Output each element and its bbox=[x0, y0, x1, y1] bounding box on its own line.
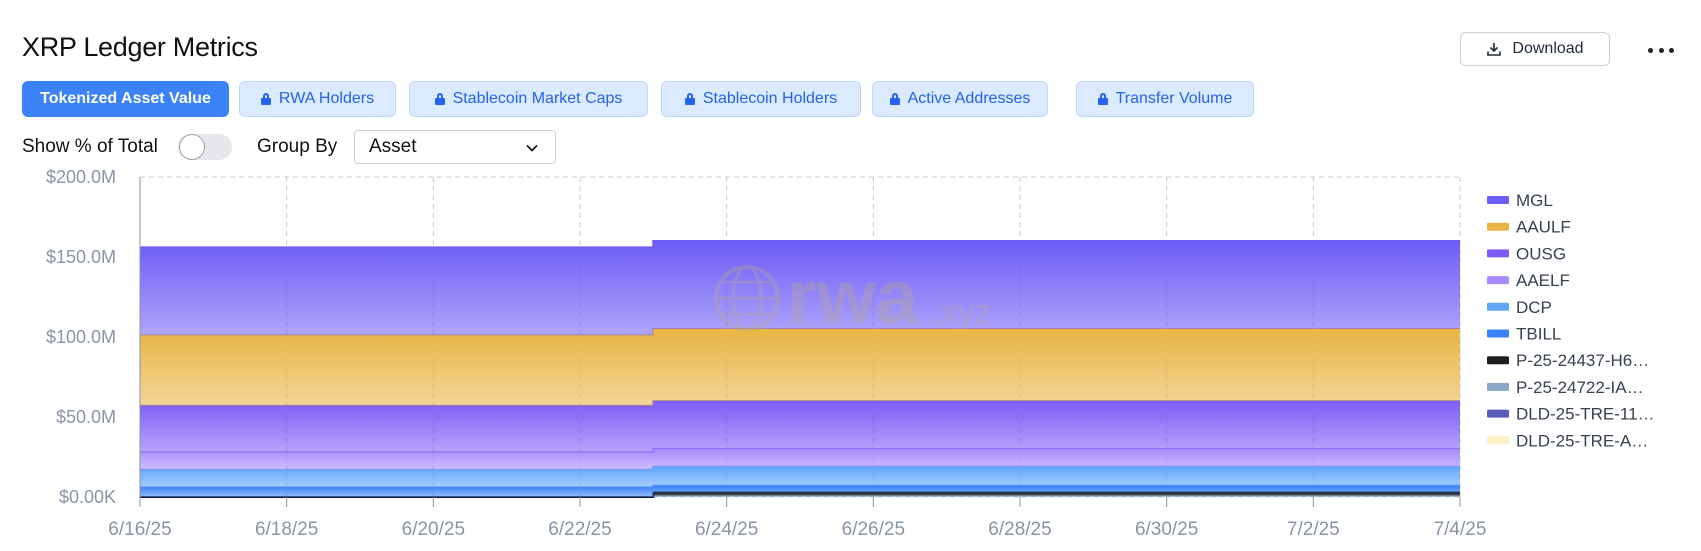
lock-icon bbox=[260, 93, 271, 105]
tab-tokenized-asset-value[interactable]: Tokenized Asset Value bbox=[22, 81, 229, 117]
legend-item[interactable]: TBILL bbox=[1487, 325, 1561, 344]
legend-swatch bbox=[1487, 302, 1509, 311]
legend-item[interactable]: DCP bbox=[1487, 298, 1552, 317]
x-tick-label: 6/26/25 bbox=[842, 519, 905, 540]
x-tick-label: 7/4/25 bbox=[1434, 519, 1487, 540]
legend-swatch bbox=[1487, 249, 1509, 258]
area-series-ousg[interactable] bbox=[140, 401, 1460, 453]
y-tick-label: $0.00K bbox=[59, 487, 116, 507]
legend-swatch bbox=[1487, 409, 1509, 418]
legend-swatch bbox=[1487, 436, 1509, 445]
tab-label: Tokenized Asset Value bbox=[40, 90, 211, 107]
legend-item[interactable]: AAELF bbox=[1487, 271, 1570, 290]
y-tick-label: $150.0M bbox=[46, 247, 116, 267]
legend-item[interactable]: P-25-24437-H6… bbox=[1487, 351, 1649, 370]
x-tick-label: 6/24/25 bbox=[695, 519, 758, 540]
legend-swatch bbox=[1487, 222, 1509, 231]
legend-label: DLD-25-TRE-11… bbox=[1516, 405, 1655, 424]
tab-label: Transfer Volume bbox=[1115, 90, 1233, 107]
chevron-down-icon bbox=[526, 144, 538, 152]
lock-icon bbox=[684, 93, 695, 105]
legend-label: P-25-24437-H6… bbox=[1516, 351, 1649, 370]
legend-swatch bbox=[1487, 329, 1509, 338]
watermark-main: rwa bbox=[787, 255, 919, 340]
more-options-icon[interactable] bbox=[1648, 40, 1674, 60]
tab-label: Stablecoin Market Caps bbox=[452, 90, 623, 107]
tab-transfer-volume[interactable]: Transfer Volume bbox=[1076, 81, 1254, 117]
lock-icon bbox=[889, 93, 900, 105]
download-label: Download bbox=[1512, 40, 1584, 57]
legend-label: TBILL bbox=[1516, 325, 1561, 344]
x-tick-label: 6/18/25 bbox=[255, 519, 318, 540]
show-pct-label: Show % of Total bbox=[22, 136, 158, 157]
legend-label: DLD-25-TRE-A… bbox=[1516, 431, 1648, 450]
legend-swatch bbox=[1487, 382, 1509, 391]
legend-item[interactable]: OUSG bbox=[1487, 244, 1566, 263]
download-button[interactable]: Download bbox=[1460, 32, 1610, 66]
x-tick-label: 6/20/25 bbox=[402, 519, 465, 540]
tab-stablecoin-holders[interactable]: Stablecoin Holders bbox=[661, 81, 861, 117]
legend-label: AAULF bbox=[1516, 218, 1571, 237]
tab-stablecoin-market-caps[interactable]: Stablecoin Market Caps bbox=[409, 81, 648, 117]
legend-label: DCP bbox=[1516, 298, 1552, 317]
lock-icon bbox=[1097, 93, 1108, 105]
area-series-aaulf[interactable] bbox=[140, 329, 1460, 406]
legend-label: P-25-24722-IA… bbox=[1516, 378, 1644, 397]
tab-active-addresses[interactable]: Active Addresses bbox=[872, 81, 1048, 117]
x-tick-label: 6/28/25 bbox=[988, 519, 1051, 540]
group-by-select[interactable]: Asset bbox=[354, 130, 556, 164]
page-title: XRP Ledger Metrics bbox=[22, 32, 258, 62]
legend-label: AAELF bbox=[1516, 271, 1570, 290]
toggle-knob bbox=[179, 134, 205, 160]
x-tick-label: 6/30/25 bbox=[1135, 519, 1198, 540]
lock-icon bbox=[434, 93, 445, 105]
y-tick-label: $50.0M bbox=[56, 407, 116, 427]
tab-label: RWA Holders bbox=[278, 90, 375, 107]
y-tick-label: $100.0M bbox=[46, 327, 116, 347]
tab-rwa-holders[interactable]: RWA Holders bbox=[239, 81, 396, 117]
legend-swatch bbox=[1487, 356, 1509, 365]
legend-item[interactable]: DLD-25-TRE-11… bbox=[1487, 405, 1655, 424]
legend-item[interactable]: MGL bbox=[1487, 191, 1553, 210]
x-tick-label: 6/22/25 bbox=[548, 519, 611, 540]
chart-legend: MGL AAULF OUSG AAELF DCP TBILL P-25-24437-H6… P… bbox=[1487, 191, 1655, 450]
legend-label: OUSG bbox=[1516, 244, 1566, 263]
x-tick-label: 7/2/25 bbox=[1287, 519, 1340, 540]
tokenized-asset-value-chart: rwa .xyz $0.00K $50.0M $100.0M $150.0M $200.… bbox=[46, 167, 1655, 540]
x-tick-label: 6/16/25 bbox=[108, 519, 171, 540]
legend-swatch bbox=[1487, 276, 1509, 285]
tab-label: Stablecoin Holders bbox=[702, 90, 838, 107]
legend-item[interactable]: AAULF bbox=[1487, 218, 1571, 237]
y-tick-label: $200.0M bbox=[46, 167, 116, 187]
download-icon bbox=[1487, 43, 1502, 56]
show-pct-toggle[interactable] bbox=[178, 134, 232, 160]
watermark-suffix: .xyz bbox=[931, 293, 991, 331]
tab-label: Active Addresses bbox=[907, 90, 1031, 107]
legend-item[interactable]: DLD-25-TRE-A… bbox=[1487, 431, 1648, 450]
legend-label: MGL bbox=[1516, 191, 1553, 210]
group-by-label: Group By bbox=[257, 136, 338, 157]
legend-swatch bbox=[1487, 196, 1509, 204]
legend-item[interactable]: P-25-24722-IA… bbox=[1487, 378, 1644, 397]
group-by-value: Asset bbox=[369, 136, 417, 157]
